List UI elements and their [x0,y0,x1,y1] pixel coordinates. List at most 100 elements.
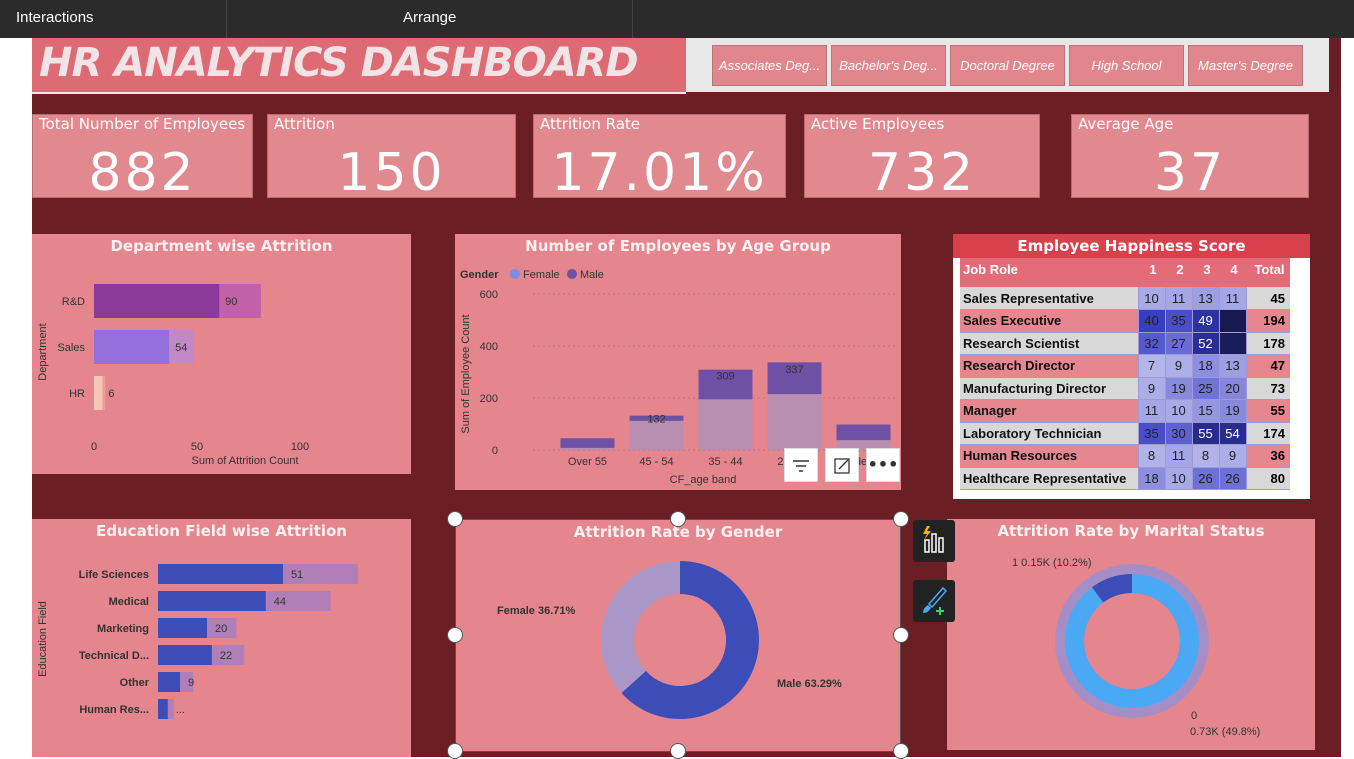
x-tick-label: 50 [191,441,203,453]
score-cell: 54 [1218,422,1246,445]
category-label: Marketing [97,623,149,635]
score-cell: 8 [1137,444,1165,468]
department-attrition-chart[interactable]: Department wise Attrition R&D 90 Sales 54 HR… [32,234,411,474]
table-row[interactable]: Research Director 7 9 18 13 47 [960,354,1290,378]
table-row[interactable]: Manufacturing Director 9 19 25 20 73 [960,377,1290,400]
score-cell: 11 [1164,444,1192,468]
table-row[interactable]: Human Resources 8 11 8 9 36 [960,444,1290,468]
x-tick-label: Over 55 [568,456,607,468]
total-cell: 55 [1245,399,1290,423]
data-label: 90 [225,296,237,308]
kpi-value: 732 [867,143,977,203]
total-cell: 73 [1245,377,1290,400]
resize-handle-left[interactable] [447,627,463,643]
kpi-active-employees[interactable]: Active Employees 732 [804,114,1040,203]
report-canvas: HR ANALYTICS DASHBOARD Associates Deg...… [32,38,1341,757]
x-axis-label: CF_age band [670,474,737,486]
slicer-associates-degree[interactable]: Associates Deg... [712,45,827,86]
score-cell: 40 [1137,309,1165,333]
column-header-job-role[interactable]: Job Role [960,258,1138,287]
score-cell: 18 [1137,467,1165,490]
score-cell: 25 [1191,377,1219,400]
total-cell: 47 [1245,354,1290,378]
score-cell: 26 [1191,467,1219,490]
score-cell: 15 [1191,399,1219,423]
table-row[interactable]: Healthcare Representative 18 10 26 26 80 [960,467,1290,490]
slice-label: Male 63.29% [777,678,842,690]
marital-donut-plot: 1 0.15K (10.2%) 0 0.73K (49.8%) [1012,557,1260,738]
kpi-attrition-rate[interactable]: Attrition Rate 17.01% [533,114,786,203]
column-header[interactable]: 4 [1219,258,1246,287]
table-row[interactable]: Research Scientist 32 27 52 178 [960,332,1290,355]
menu-arrange[interactable]: Arrange [227,0,633,38]
table-row[interactable]: Manager 11 10 15 19 55 [960,399,1290,423]
column-header[interactable]: Total [1246,258,1290,287]
filter-icon[interactable] [784,448,818,482]
happiness-matrix[interactable]: Employee Happiness Score Job Role 1 2 3 4 Tot… [953,234,1310,499]
total-cell: 80 [1245,467,1290,490]
x-tick-label: 100 [291,441,309,453]
table-row[interactable]: Sales Representative 10 11 13 11 45 [960,287,1290,310]
score-cell: 9 [1218,444,1246,468]
score-cell: 11 [1218,287,1246,310]
legend-title: Gender [460,269,499,281]
slicer-bachelors-degree[interactable]: Bachelor's Deg... [831,45,946,86]
bar [158,672,181,692]
slicer-doctoral-degree[interactable]: Doctoral Degree [950,45,1065,86]
column-header[interactable]: 2 [1165,258,1192,287]
resize-handle-top[interactable] [670,511,686,527]
score-cell: 30 [1164,422,1192,445]
data-label: 9 [188,677,194,689]
column-header[interactable]: 1 [1138,258,1165,287]
build-visual-icon[interactable] [913,520,955,562]
focus-mode-icon[interactable] [825,448,859,482]
format-visual-icon[interactable] [913,580,955,622]
education-field-chart[interactable]: Education Field wise Attrition Life Scie… [32,519,411,757]
slicer-high-school[interactable]: High School [1069,45,1184,86]
x-tick-label: 0 [91,441,97,453]
x-axis-label: Sum of Attrition Count [192,455,299,467]
table-row[interactable]: Laboratory Technician 35 30 55 54 174 [960,422,1290,445]
job-role-cell: Laboratory Technician [960,422,1138,445]
bar [158,564,283,584]
score-cell: 19 [1218,399,1246,423]
score-cell: 35 [1164,309,1192,333]
category-label: Life Sciences [79,569,149,581]
data-label: 22 [220,650,232,662]
menu-interactions[interactable]: Interactions [0,0,227,38]
data-label: ... [176,704,185,716]
data-label: 6 [108,388,114,400]
kpi-total-employees[interactable]: Total Number of Employees 882 [32,114,253,203]
resize-handle-right[interactable] [893,627,909,643]
bar [94,284,220,318]
job-role-cell: Sales Executive [960,309,1138,333]
kpi-attrition[interactable]: Attrition 150 [267,114,516,203]
score-cell: 10 [1164,467,1192,490]
marital-attrition-chart[interactable]: Attrition Rate by Marital Status 1 0.15K… [947,519,1315,750]
y-axis-label: Education Field [37,601,49,677]
data-label: 44 [274,596,286,608]
kpi-label: Total Number of Employees [39,115,246,133]
title-underline [32,92,686,94]
kpi-label: Active Employees [811,115,945,133]
total-cell: 36 [1245,444,1290,468]
bar [158,699,168,719]
kpi-value: 150 [337,143,446,203]
gender-attrition-chart[interactable]: Attrition Rate by Gender Female 36.71% Ma… [455,519,901,752]
more-options-icon[interactable]: ••• [866,448,900,482]
kpi-average-age[interactable]: Average Age 37 [1071,114,1309,203]
category-label: Technical D... [79,650,149,662]
bar-male [560,438,615,448]
slice-label: 0 [1191,710,1197,722]
resize-handle-top-left[interactable] [447,511,463,527]
score-cell: 9 [1137,377,1165,400]
column-header[interactable]: 3 [1192,258,1219,287]
y-axis-label: Sum of Employee Count [460,314,472,433]
table-row[interactable]: Sales Executive 40 35 49 194 [960,309,1290,333]
total-cell: 45 [1245,287,1290,310]
kpi-label: Average Age [1078,115,1174,133]
resize-handle-top-right[interactable] [893,511,909,527]
slicer-masters-degree[interactable]: Master's Degree [1188,45,1303,86]
donut-hole-outer [1084,593,1180,689]
score-cell: 13 [1218,354,1246,378]
